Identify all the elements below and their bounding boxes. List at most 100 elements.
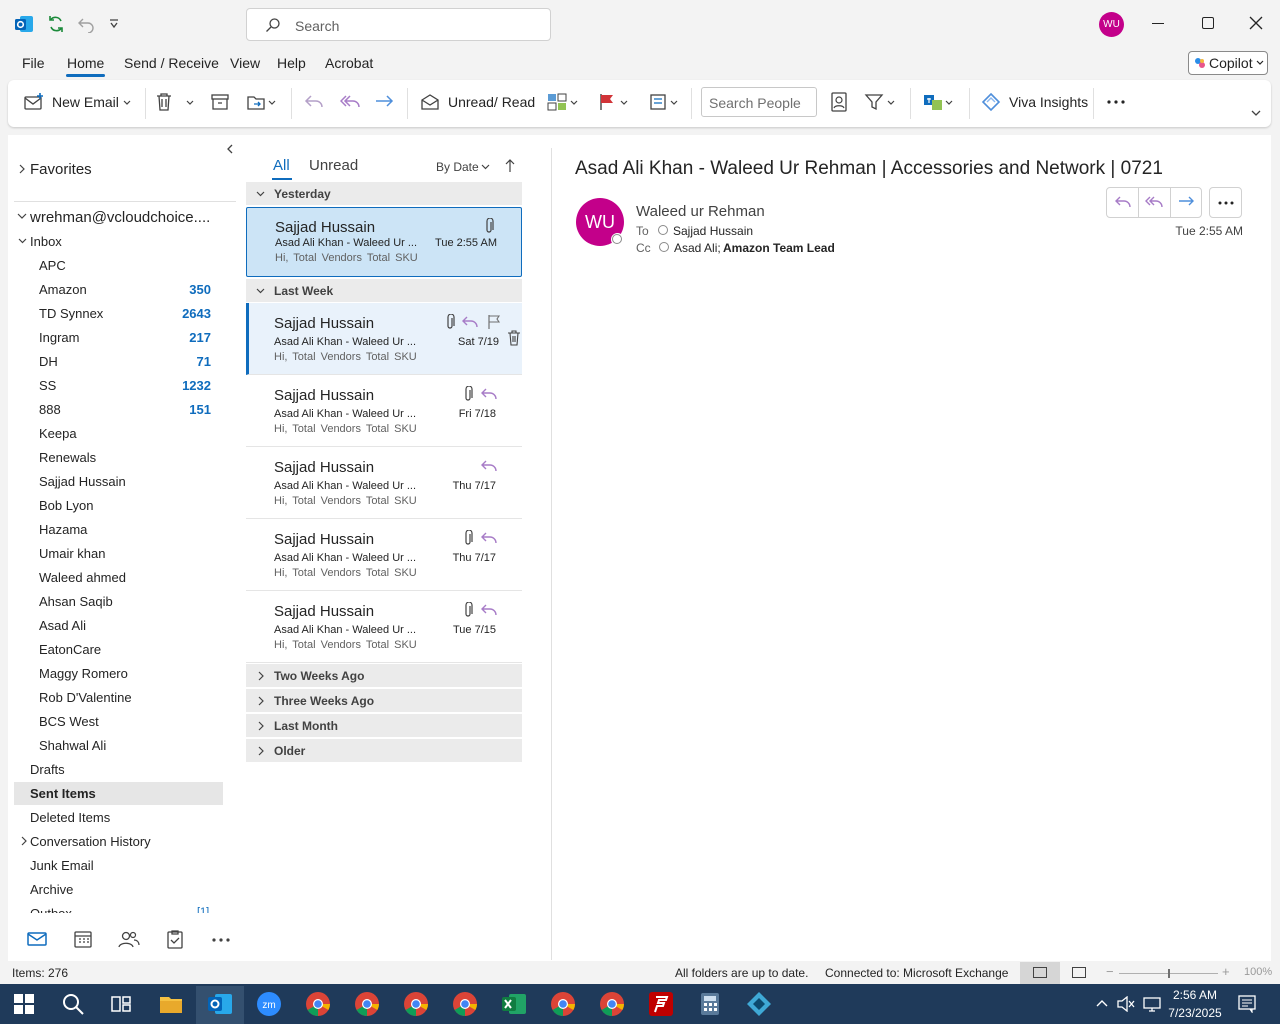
folder-archive[interactable]: Archive [30,882,73,897]
chevron-down-icon[interactable] [123,100,131,106]
more-options-icon[interactable] [1106,100,1126,104]
zoom-app-icon[interactable]: zm [256,991,282,1017]
folder-dh[interactable]: DH [39,354,58,369]
group-header[interactable]: Three Weeks Ago [246,689,522,712]
search-box[interactable]: Search [246,8,551,41]
zoom-slider-thumb[interactable] [1168,969,1170,978]
reply-all-icon[interactable] [340,93,360,111]
chevron-right-icon[interactable] [19,164,25,174]
chevron-down-icon[interactable] [945,100,953,106]
group-header[interactable]: Yesterday [246,182,522,205]
chrome-icon[interactable] [354,991,380,1017]
menu-view[interactable]: View [230,55,260,71]
people-icon[interactable] [118,929,140,949]
filezilla-icon[interactable] [648,991,674,1017]
more-apps-icon[interactable] [211,938,231,942]
group-header[interactable]: Two Weeks Ago [246,664,522,687]
reply-all-icon[interactable] [1145,195,1163,211]
pane-divider[interactable] [551,148,552,960]
favorites-header[interactable]: Favorites [30,161,92,178]
folder-keepa[interactable]: Keepa [39,426,77,441]
folder-waleed-ahmed[interactable]: Waleed ahmed [39,570,126,585]
sort-direction-icon[interactable] [505,159,515,173]
chrome-icon[interactable] [452,991,478,1017]
calculator-icon[interactable] [697,991,723,1017]
folder-drafts[interactable]: Drafts [30,762,65,777]
network-icon[interactable] [1143,996,1161,1012]
flag-icon[interactable] [487,314,501,330]
mail-icon[interactable] [27,931,47,947]
clock-date[interactable]: 7/23/2025 [1165,1006,1225,1020]
clock-time[interactable]: 2:56 AM [1172,988,1218,1002]
list-item[interactable]: Sajjad Hussain Asad Ali Khan - Waleed Ur… [246,375,522,447]
sort-by-date[interactable]: By Date [436,160,479,174]
chevron-down-icon[interactable] [18,238,27,244]
folder-shahwal-ali[interactable]: Shahwal Ali [39,738,106,753]
move-icon[interactable] [246,93,266,111]
reply-icon[interactable] [1114,195,1132,211]
taskbar-search-icon[interactable] [60,991,86,1017]
folder-ss[interactable]: SS [39,378,56,393]
folder-apc[interactable]: APC [39,258,66,273]
chevron-down-icon[interactable] [670,100,678,106]
group-header[interactable]: Last Week [246,279,522,302]
archive-icon[interactable] [210,93,230,111]
tab-unread[interactable]: Unread [309,157,358,174]
folder-ingram[interactable]: Ingram [39,330,79,345]
more-actions-button[interactable] [1209,187,1242,218]
chevron-down-icon[interactable] [887,100,895,106]
folder-asad-ali[interactable]: Asad Ali [39,618,86,633]
folder-maggy-romero[interactable]: Maggy Romero [39,666,128,681]
chevron-right-icon[interactable] [21,836,27,846]
minimize-icon[interactable] [1152,23,1164,24]
chrome-icon[interactable] [305,991,331,1017]
list-item[interactable]: Sajjad Hussain Asad Ali Khan - Waleed Ur… [246,303,522,375]
forward-icon[interactable] [374,93,394,111]
collapse-pane-icon[interactable] [226,144,233,154]
reading-view-icon[interactable] [1072,967,1086,978]
reply-icon[interactable] [304,93,324,111]
filter-icon[interactable] [864,93,884,111]
file-explorer-icon[interactable] [158,991,184,1017]
tab-all[interactable]: All [273,157,290,174]
customize-toolbar-icon[interactable] [108,18,120,30]
task-view-icon[interactable] [108,991,134,1017]
recipient-to[interactable]: Sajjad Hussain [673,224,753,238]
flag-icon[interactable] [598,93,616,111]
folder-umair-khan[interactable]: Umair khan [39,546,105,561]
menu-help[interactable]: Help [277,55,306,71]
account-name[interactable]: wrehman@vcloudchoice.... [30,209,210,226]
new-email-button[interactable]: New Email [52,94,119,110]
group-header[interactable]: Last Month [246,714,522,737]
list-item[interactable]: Sajjad Hussain Asad Ali Khan - Waleed Ur… [246,207,522,277]
recipient-cc[interactable]: Asad Ali; [674,241,721,255]
sync-icon[interactable] [47,15,65,33]
address-book-icon[interactable] [830,92,848,112]
delete-icon[interactable] [155,92,173,112]
folder-amazon[interactable]: Amazon [39,282,87,297]
search-people-input[interactable]: Search People [701,87,817,117]
folder-eatoncare[interactable]: EatonCare [39,642,101,657]
chevron-down-icon[interactable] [570,100,578,106]
folder-renewals[interactable]: Renewals [39,450,96,465]
folder-rob-dvalentine[interactable]: Rob D'Valentine [39,690,132,705]
folder-ahsan-saqib[interactable]: Ahsan Saqib [39,594,113,609]
translate-icon[interactable] [923,93,943,111]
chrome-icon[interactable] [403,991,429,1017]
windows-start-icon[interactable] [13,993,39,1019]
restore-icon[interactable] [1202,17,1214,29]
folder-td-synnex[interactable]: TD Synnex [39,306,103,321]
categorize-icon[interactable] [547,93,567,111]
forward-icon[interactable] [1177,195,1195,211]
folder-inbox[interactable]: Inbox [30,234,62,249]
chevron-down-icon[interactable] [481,164,490,170]
chrome-icon[interactable] [599,991,625,1017]
group-header[interactable]: Older [246,739,522,762]
search-input[interactable]: Search [295,18,339,34]
avatar[interactable]: WU [1099,12,1124,37]
chevron-down-icon[interactable] [186,100,194,106]
zoom-in-icon[interactable]: + [1222,964,1230,979]
list-item[interactable]: Sajjad Hussain Asad Ali Khan - Waleed Ur… [246,447,522,519]
folder-deleted-items[interactable]: Deleted Items [30,810,110,825]
copilot-button[interactable]: Copilot [1188,51,1268,75]
